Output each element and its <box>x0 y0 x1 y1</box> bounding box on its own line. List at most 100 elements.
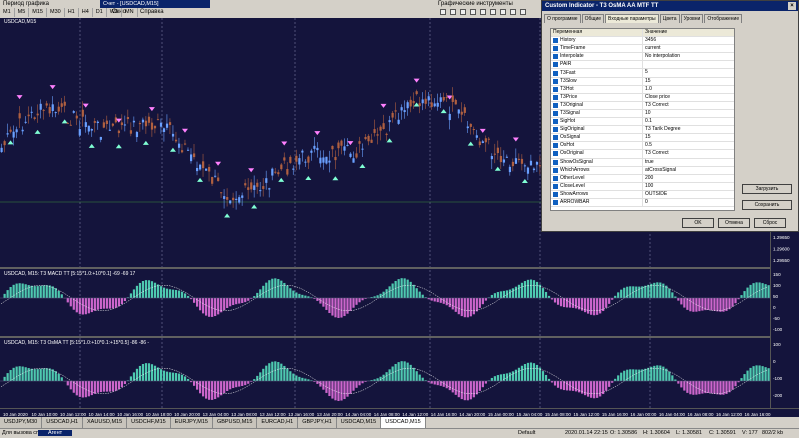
param-row[interactable]: WhichArrows atCrossSignal <box>551 166 734 175</box>
param-value[interactable]: T3 Correct <box>643 150 734 157</box>
chart-tab[interactable]: EURJPY,M15 <box>170 417 213 428</box>
hline-tool-icon[interactable] <box>470 9 476 15</box>
param-row[interactable]: OsSignal 15 <box>551 134 734 143</box>
param-value[interactable]: T3 Tarik Degree <box>643 126 734 133</box>
param-value[interactable]: true <box>643 159 734 166</box>
param-row[interactable]: TimeFrame current <box>551 45 734 54</box>
param-row[interactable]: Interpolate No interpolation <box>551 53 734 62</box>
chart-tab[interactable]: USDCHF,M15 <box>127 417 171 428</box>
param-value[interactable]: Close price <box>643 94 734 101</box>
chart-tab[interactable]: GBPUSD,M15 <box>212 417 258 428</box>
label-tool-icon[interactable] <box>520 9 526 15</box>
close-icon[interactable]: × <box>788 2 796 10</box>
osma-histogram-bar <box>716 381 719 395</box>
param-value[interactable]: 5 <box>643 69 734 76</box>
param-row[interactable]: OsHot 0.5 <box>551 142 734 151</box>
osma-histogram-bar <box>761 366 764 381</box>
param-row[interactable]: T3Slow 15 <box>551 77 734 86</box>
param-value[interactable]: 3456 <box>643 37 734 44</box>
param-row[interactable]: ARROWBAR 0 <box>551 198 734 208</box>
chart-tab[interactable]: USDCAD,H1 <box>42 417 84 428</box>
tf-m15[interactable]: M15 <box>29 8 47 17</box>
param-row[interactable]: T3Signal 10 <box>551 109 734 119</box>
tf-h4[interactable]: H4 <box>79 8 93 17</box>
trendline-tool-icon[interactable] <box>480 9 486 15</box>
param-value[interactable]: 10 <box>643 110 734 117</box>
param-row[interactable]: ShowArrows OUTSIDE <box>551 190 734 199</box>
param-value[interactable]: 15 <box>643 78 734 85</box>
tab-visualization[interactable]: Отображение <box>704 14 743 23</box>
reset-button[interactable]: Сброс <box>754 218 786 228</box>
tf-m1[interactable]: M1 <box>0 8 15 17</box>
param-row[interactable]: T3Fast 5 <box>551 69 734 78</box>
candle-body <box>193 153 196 158</box>
tab-levels[interactable]: Уровни <box>680 14 704 23</box>
candle-body <box>427 96 430 101</box>
candle-body <box>385 133 388 135</box>
param-value[interactable]: 100 <box>643 183 734 190</box>
param-row[interactable]: ShowOsSignal true <box>551 158 734 167</box>
tf-w1[interactable]: W1 <box>107 8 123 17</box>
tf-d1[interactable]: D1 <box>93 8 107 17</box>
tf-m30[interactable]: M30 <box>47 8 65 17</box>
param-row[interactable]: History 3456 <box>551 37 734 46</box>
ok-button[interactable]: OK <box>682 218 714 228</box>
inputs-grid[interactable]: Переменная Значение History 3456 TimeFrame… <box>550 28 735 211</box>
pane-separator-1[interactable] <box>0 267 799 269</box>
param-row[interactable]: PAIR <box>551 61 734 70</box>
tf-h1[interactable]: H1 <box>65 8 79 17</box>
chart-tab[interactable]: EURCAD,H1 <box>257 417 299 428</box>
text-tool-icon[interactable] <box>510 9 516 15</box>
param-value[interactable]: No interpolation <box>643 53 734 60</box>
tab-about[interactable]: О программе <box>544 14 581 23</box>
fibo-tool-icon[interactable] <box>500 9 506 15</box>
agent-window-tab[interactable]: Агент <box>38 430 73 436</box>
candle-body <box>208 167 211 172</box>
param-value[interactable]: 1.0 <box>643 86 734 93</box>
param-row[interactable]: T3Price Close price <box>551 93 734 102</box>
macd-histogram-bar <box>33 286 36 298</box>
param-row[interactable]: SigOriginal T3 Tarik Degree <box>551 126 734 135</box>
price-tick-label: 1.29550 <box>773 258 790 263</box>
tab-inputs[interactable]: Входные параметры <box>605 14 659 23</box>
crosshair-tool-icon[interactable] <box>450 9 456 15</box>
channel-tool-icon[interactable] <box>490 9 496 15</box>
chart-tab[interactable]: USDCAD,M15 <box>336 417 382 428</box>
save-button[interactable]: Сохранить <box>742 200 792 210</box>
param-row[interactable]: OsOriginal T3 Correct <box>551 150 734 159</box>
vline-tool-icon[interactable] <box>460 9 466 15</box>
chart-tab[interactable]: GBPJPY,H1 <box>298 417 337 428</box>
param-value[interactable]: 200 <box>643 175 734 182</box>
param-row[interactable]: T3Original T3 Correct <box>551 101 734 110</box>
cancel-button[interactable]: Отмена <box>718 218 750 228</box>
macd-histogram-bar <box>180 291 184 298</box>
tf-mn[interactable]: MN <box>122 8 138 17</box>
chart-tab-active[interactable]: USDCAD,M15 <box>381 417 426 428</box>
dialog-title-bar[interactable]: Custom Indicator - T3 OsMA AA MTF TT × <box>542 1 798 11</box>
param-value[interactable] <box>643 61 734 68</box>
load-button[interactable]: Загрузить <box>742 184 792 194</box>
menu-help[interactable]: Справка <box>140 8 164 16</box>
param-value[interactable]: 0 <box>643 199 734 206</box>
param-row[interactable]: SigHot 0.1 <box>551 118 734 127</box>
chart-tab[interactable]: USDJPY,M30 <box>0 417 43 428</box>
param-value[interactable]: 15 <box>643 134 734 141</box>
param-name: PAIR <box>551 61 643 69</box>
cursor-tool-icon[interactable] <box>440 9 446 15</box>
pane-separator-2[interactable] <box>0 336 799 338</box>
param-row[interactable]: T3Hot 1.0 <box>551 85 734 94</box>
chart-tab[interactable]: XAUUSD,M15 <box>83 417 128 428</box>
param-value[interactable]: OUTSIDE <box>643 191 734 198</box>
osma-histogram-bar <box>632 369 635 381</box>
tf-m5[interactable]: M5 <box>15 8 30 17</box>
tab-common[interactable]: Общие <box>581 14 605 23</box>
param-row[interactable]: OtherLevel 200 <box>551 174 734 183</box>
param-value[interactable]: 0.5 <box>643 142 734 149</box>
param-value[interactable]: T3 Correct <box>643 102 734 109</box>
param-row[interactable]: CloseLevel 100 <box>551 182 734 191</box>
param-value[interactable]: 0.1 <box>643 118 734 125</box>
tab-colors[interactable]: Цвета <box>659 14 680 23</box>
param-value[interactable]: current <box>643 45 734 52</box>
time-scale[interactable]: 10 Jan 2020 10 Jan 10:00 10 Jan 12:00 10 Ja… <box>0 408 799 417</box>
param-value[interactable]: atCrossSignal <box>643 167 734 174</box>
